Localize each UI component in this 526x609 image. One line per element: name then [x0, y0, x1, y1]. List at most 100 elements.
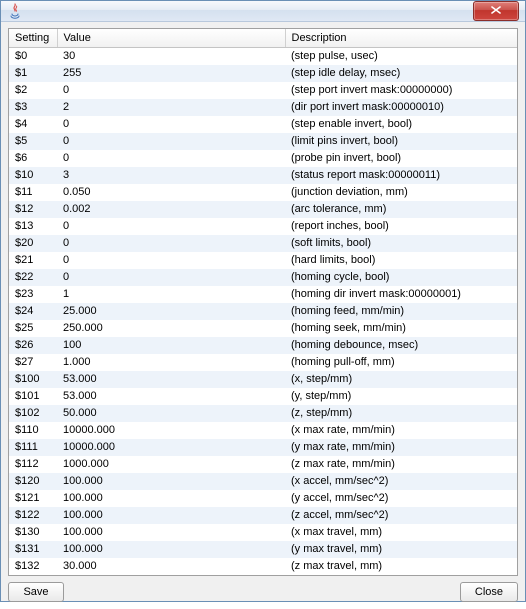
table-row[interactable]: $030(step pulse, usec)	[9, 48, 517, 65]
cell-setting[interactable]: $25	[9, 320, 57, 337]
cell-description[interactable]: (report inches, bool)	[285, 218, 517, 235]
cell-value[interactable]: 2	[57, 99, 285, 116]
cell-setting[interactable]: $131	[9, 541, 57, 558]
cell-description[interactable]: (homing debounce, msec)	[285, 337, 517, 354]
cell-description[interactable]: (soft limits, bool)	[285, 235, 517, 252]
table-row[interactable]: $60(probe pin invert, bool)	[9, 150, 517, 167]
cell-description[interactable]: (z max travel, mm)	[285, 558, 517, 575]
cell-setting[interactable]: $27	[9, 354, 57, 371]
table-row[interactable]: $120.002(arc tolerance, mm)	[9, 201, 517, 218]
cell-setting[interactable]: $5	[9, 133, 57, 150]
cell-value[interactable]: 1.000	[57, 354, 285, 371]
cell-setting[interactable]: $21	[9, 252, 57, 269]
cell-setting[interactable]: $20	[9, 235, 57, 252]
cell-value[interactable]: 100.000	[57, 490, 285, 507]
cell-description[interactable]: (homing cycle, bool)	[285, 269, 517, 286]
table-row[interactable]: $1121000.000(z max rate, mm/min)	[9, 456, 517, 473]
cell-setting[interactable]: $130	[9, 524, 57, 541]
cell-description[interactable]: (y accel, mm/sec^2)	[285, 490, 517, 507]
cell-setting[interactable]: $3	[9, 99, 57, 116]
cell-description[interactable]: (y max rate, mm/min)	[285, 439, 517, 456]
cell-value[interactable]: 1	[57, 286, 285, 303]
table-row[interactable]: $122100.000(z accel, mm/sec^2)	[9, 507, 517, 524]
cell-value[interactable]: 53.000	[57, 371, 285, 388]
cell-setting[interactable]: $23	[9, 286, 57, 303]
table-row[interactable]: $32(dir port invert mask:00000010)	[9, 99, 517, 116]
table-row[interactable]: $10053.000(x, step/mm)	[9, 371, 517, 388]
save-button[interactable]: Save	[8, 582, 64, 602]
cell-value[interactable]: 0	[57, 252, 285, 269]
cell-value[interactable]: 30.000	[57, 558, 285, 575]
cell-setting[interactable]: $120	[9, 473, 57, 490]
cell-value[interactable]: 53.000	[57, 388, 285, 405]
cell-description[interactable]: (hard limits, bool)	[285, 252, 517, 269]
cell-setting[interactable]: $0	[9, 48, 57, 65]
cell-description[interactable]: (step pulse, usec)	[285, 48, 517, 65]
cell-description[interactable]: (step enable invert, bool)	[285, 116, 517, 133]
table-row[interactable]: $11010000.000(x max rate, mm/min)	[9, 422, 517, 439]
cell-description[interactable]: (step idle delay, msec)	[285, 65, 517, 82]
cell-value[interactable]: 0	[57, 218, 285, 235]
cell-description[interactable]: (probe pin invert, bool)	[285, 150, 517, 167]
cell-setting[interactable]: $122	[9, 507, 57, 524]
table-row[interactable]: $210(hard limits, bool)	[9, 252, 517, 269]
cell-description[interactable]: (junction deviation, mm)	[285, 184, 517, 201]
cell-setting[interactable]: $12	[9, 201, 57, 218]
table-row[interactable]: $13230.000(z max travel, mm)	[9, 558, 517, 575]
cell-description[interactable]: (dir port invert mask:00000010)	[285, 99, 517, 116]
cell-value[interactable]: 50.000	[57, 405, 285, 422]
table-row[interactable]: $130100.000(x max travel, mm)	[9, 524, 517, 541]
cell-description[interactable]: (homing pull-off, mm)	[285, 354, 517, 371]
cell-description[interactable]: (x accel, mm/sec^2)	[285, 473, 517, 490]
cell-setting[interactable]: $2	[9, 82, 57, 99]
cell-setting[interactable]: $11	[9, 184, 57, 201]
table-row[interactable]: $50(limit pins invert, bool)	[9, 133, 517, 150]
cell-value[interactable]: 0	[57, 82, 285, 99]
cell-description[interactable]: (status report mask:00000011)	[285, 167, 517, 184]
table-row[interactable]: $120100.000(x accel, mm/sec^2)	[9, 473, 517, 490]
column-header-description[interactable]: Description	[285, 29, 517, 48]
cell-description[interactable]: (arc tolerance, mm)	[285, 201, 517, 218]
table-row[interactable]: $2425.000(homing feed, mm/min)	[9, 303, 517, 320]
cell-description[interactable]: (homing dir invert mask:00000001)	[285, 286, 517, 303]
cell-setting[interactable]: $132	[9, 558, 57, 575]
table-row[interactable]: $40(step enable invert, bool)	[9, 116, 517, 133]
cell-value[interactable]: 0	[57, 133, 285, 150]
cell-value[interactable]: 255	[57, 65, 285, 82]
cell-value[interactable]: 100	[57, 337, 285, 354]
cell-value[interactable]: 100.000	[57, 524, 285, 541]
table-row[interactable]: $10153.000(y, step/mm)	[9, 388, 517, 405]
cell-description[interactable]: (x max rate, mm/min)	[285, 422, 517, 439]
table-row[interactable]: $200(soft limits, bool)	[9, 235, 517, 252]
table-row[interactable]: $231(homing dir invert mask:00000001)	[9, 286, 517, 303]
cell-value[interactable]: 100.000	[57, 541, 285, 558]
cell-setting[interactable]: $6	[9, 150, 57, 167]
table-row[interactable]: $11110000.000(y max rate, mm/min)	[9, 439, 517, 456]
column-header-value[interactable]: Value	[57, 29, 285, 48]
cell-description[interactable]: (homing feed, mm/min)	[285, 303, 517, 320]
cell-setting[interactable]: $1	[9, 65, 57, 82]
cell-setting[interactable]: $24	[9, 303, 57, 320]
cell-value[interactable]: 0	[57, 116, 285, 133]
cell-value[interactable]: 0.050	[57, 184, 285, 201]
cell-setting[interactable]: $102	[9, 405, 57, 422]
cell-setting[interactable]: $112	[9, 456, 57, 473]
table-row[interactable]: $121100.000(y accel, mm/sec^2)	[9, 490, 517, 507]
cell-setting[interactable]: $26	[9, 337, 57, 354]
table-row[interactable]: $10250.000(z, step/mm)	[9, 405, 517, 422]
cell-value[interactable]: 0	[57, 235, 285, 252]
cell-value[interactable]: 100.000	[57, 507, 285, 524]
cell-value[interactable]: 25.000	[57, 303, 285, 320]
window-close-button[interactable]	[473, 1, 519, 21]
cell-setting[interactable]: $111	[9, 439, 57, 456]
cell-description[interactable]: (limit pins invert, bool)	[285, 133, 517, 150]
table-row[interactable]: $131100.000(y max travel, mm)	[9, 541, 517, 558]
cell-description[interactable]: (z max rate, mm/min)	[285, 456, 517, 473]
cell-setting[interactable]: $101	[9, 388, 57, 405]
cell-description[interactable]: (y max travel, mm)	[285, 541, 517, 558]
table-row[interactable]: $220(homing cycle, bool)	[9, 269, 517, 286]
cell-description[interactable]: (x, step/mm)	[285, 371, 517, 388]
cell-value[interactable]: 0.002	[57, 201, 285, 218]
table-row[interactable]: $25250.000(homing seek, mm/min)	[9, 320, 517, 337]
cell-setting[interactable]: $110	[9, 422, 57, 439]
